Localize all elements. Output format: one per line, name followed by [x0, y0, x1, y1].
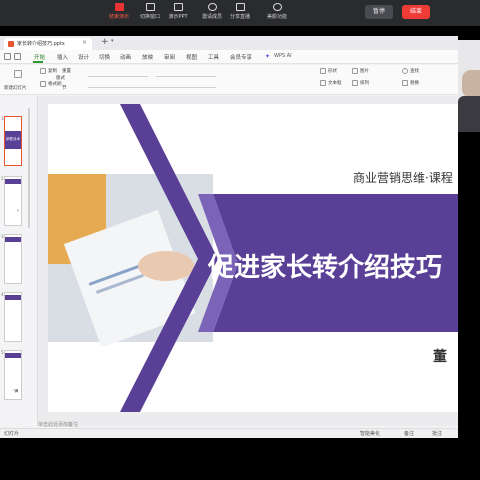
screen-share-icon	[114, 3, 124, 11]
slide-subtitle: 商业营销思维·课程	[353, 170, 453, 185]
close-tab-icon[interactable]: ×	[82, 39, 87, 46]
menu-icon[interactable]	[4, 53, 11, 60]
thumbnail-3[interactable]	[4, 234, 22, 284]
thumbnail-1[interactable]: 销售谈术	[4, 116, 22, 166]
thumbnail-band	[5, 353, 21, 358]
arrange-icon[interactable]	[352, 80, 358, 86]
tab-animations[interactable]: 动画	[120, 53, 131, 61]
ppt-file-icon	[8, 41, 14, 47]
tab-view[interactable]: 视图	[186, 53, 197, 61]
section-label[interactable]: 节	[62, 85, 67, 91]
webcam-preview	[458, 40, 480, 132]
replace-label[interactable]: 替换	[410, 80, 419, 86]
notes-placeholder[interactable]: 单击此处添加备注	[38, 421, 78, 428]
paste-icon[interactable]	[14, 70, 22, 78]
letterbox-bottom	[0, 438, 480, 480]
add-user-icon	[207, 3, 217, 11]
thumbnail-scrollbar[interactable]	[28, 108, 30, 228]
status-bar: 幻灯片 智能美化 备注 批注	[0, 428, 458, 438]
thumbnail-text: 销售谈术	[6, 137, 20, 141]
shape-label[interactable]: 形状	[328, 68, 337, 74]
window-icon	[145, 3, 155, 11]
ai-icon[interactable]: ✦	[265, 53, 270, 60]
beauty-button[interactable]: 美颜功能	[255, 2, 299, 24]
tab-insert[interactable]: 插入	[57, 53, 68, 61]
thumbnail-band	[5, 295, 21, 300]
tab-tools[interactable]: 工具	[208, 53, 219, 61]
tab-slideshow[interactable]: 放映	[142, 53, 153, 61]
tab-bar: 家长转介绍技巧.pptx × + ▾	[0, 36, 458, 50]
layout-label[interactable]: 版式	[56, 75, 65, 81]
tab-home[interactable]: 开始	[34, 53, 45, 61]
format-painter-label[interactable]: 格式刷	[48, 81, 62, 87]
slide-thumbnails-panel: 1 销售谈术 2 ? 3 4 5 "满	[0, 96, 38, 426]
font-selector[interactable]	[88, 76, 148, 77]
end-meeting-button[interactable]: 结束	[402, 5, 430, 19]
active-tab-indicator	[33, 61, 43, 63]
search-icon[interactable]	[402, 68, 408, 74]
arrange-label[interactable]: 排列	[360, 80, 369, 86]
slide-canvas[interactable]: 商业营销思维·课程 促进家长转介绍技巧 董	[48, 104, 458, 412]
slide-counter: 幻灯片	[4, 431, 20, 437]
slide-title: 促进家长转介绍技巧	[207, 252, 442, 283]
pause-button[interactable]: 暂停	[365, 5, 393, 19]
slide-artwork: 商业营销思维·课程 促进家长转介绍技巧 董	[48, 104, 458, 412]
presentation-icon	[173, 3, 183, 11]
copy-label[interactable]: 复制	[48, 68, 57, 74]
thumbnail-band	[5, 237, 21, 242]
font-style-controls[interactable]	[88, 87, 216, 88]
slide-editing-area: 商业营销思维·课程 促进家长转介绍技巧 董	[38, 96, 458, 426]
document-tab[interactable]: 家长转介绍技巧.pptx ×	[4, 38, 92, 50]
presentation-app-window: 家长转介绍技巧.pptx × + ▾ 开始 插入 设计 切换 动画 放映 审阅 …	[0, 36, 458, 438]
comments-toggle[interactable]: 批注	[432, 430, 442, 437]
textbox-label[interactable]: 文本框	[328, 80, 342, 86]
tab-member[interactable]: 会员专享	[230, 53, 252, 61]
replace-icon[interactable]	[402, 80, 408, 86]
tab-design[interactable]: 设计	[78, 53, 89, 61]
ai-label[interactable]: WPS AI	[274, 53, 292, 59]
smart-beautify-button[interactable]: 智能美化	[360, 430, 380, 437]
sparkle-icon	[272, 3, 282, 11]
new-tab-icon[interactable]: +	[101, 37, 109, 48]
ribbon-toolbar: 复制 格式刷 新建幻灯片 版式 重置 节 形状 图片 文本框 排列 查找 替换	[0, 65, 458, 95]
file-icon[interactable]	[14, 53, 21, 60]
paragraph-controls[interactable]	[156, 76, 216, 77]
tab-transitions[interactable]: 切换	[99, 53, 110, 61]
presenter-body	[458, 96, 480, 132]
image-label[interactable]: 图片	[360, 68, 369, 74]
image-icon[interactable]	[352, 68, 358, 74]
share-icon	[235, 3, 245, 11]
photo-hand	[138, 251, 194, 281]
thumbnail-text: "满	[13, 389, 19, 393]
find-label[interactable]: 查找	[410, 68, 419, 74]
meeting-toolbar: 结束演示 切换窗口 演示PPT 邀请成员 分享直播 美颜功能 暂停 结束	[0, 0, 480, 26]
shape-icon[interactable]	[320, 68, 326, 74]
thumbnail-text: ?	[17, 209, 19, 213]
menu-bar: 开始 插入 设计 切换 动画 放映 审阅 视图 工具 会员专享 ✦ WPS AI	[0, 50, 458, 64]
textbox-icon[interactable]	[320, 80, 326, 86]
slide-author: 董	[433, 348, 447, 365]
thumbnail-band	[5, 179, 21, 184]
tab-review[interactable]: 审阅	[164, 53, 175, 61]
thumbnail-2[interactable]: ?	[4, 176, 22, 226]
screen: 结束演示 切换窗口 演示PPT 邀请成员 分享直播 美颜功能 暂停 结束 家长转…	[0, 0, 480, 480]
notes-toggle[interactable]: 备注	[404, 430, 414, 437]
reset-label[interactable]: 重置	[62, 68, 71, 74]
thumbnail-5[interactable]: "满	[4, 350, 22, 400]
chevron-down-icon[interactable]: ▾	[111, 38, 114, 44]
copy-icon[interactable]	[40, 68, 46, 74]
presenter-face	[462, 70, 480, 98]
format-painter-icon[interactable]	[40, 81, 46, 87]
thumbnail-4[interactable]	[4, 292, 22, 342]
new-slide-label[interactable]: 新建幻灯片	[4, 85, 27, 91]
